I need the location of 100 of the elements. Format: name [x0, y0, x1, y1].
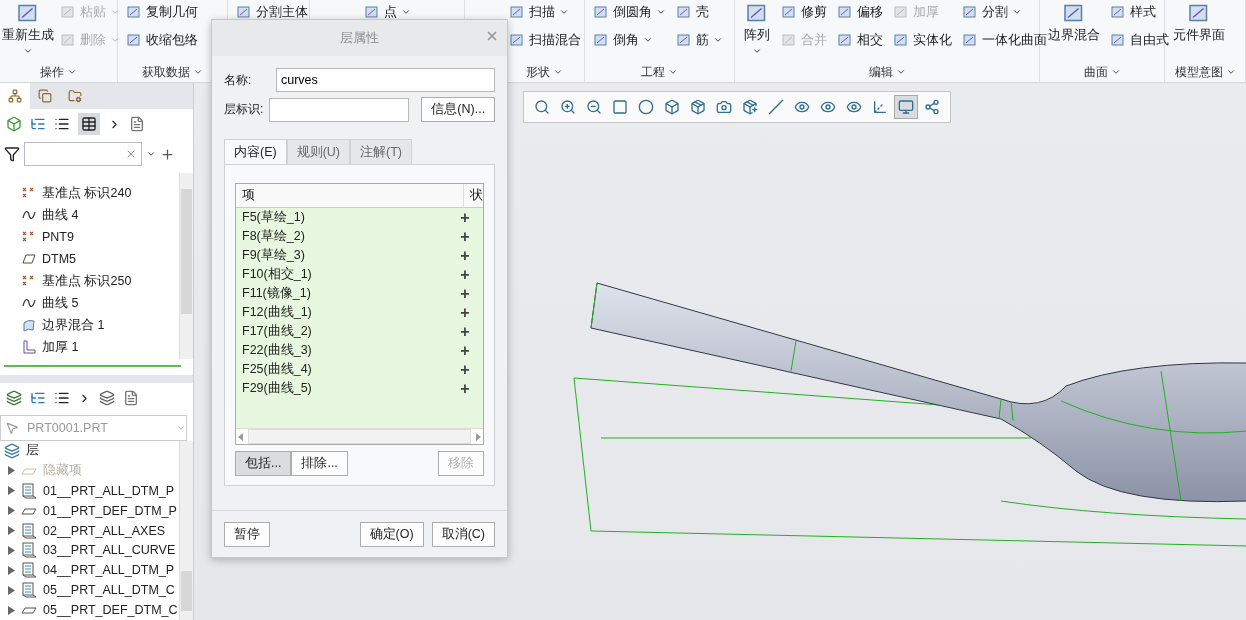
sphere-icon [638, 99, 654, 115]
slash-icon [768, 99, 784, 115]
ribbon-button[interactable]: 点 [361, 1, 413, 23]
table-view-button[interactable] [78, 113, 100, 135]
ribbon-button[interactable]: 复制几何 [124, 1, 200, 23]
tool-icon [893, 32, 909, 48]
panel-tab[interactable] [0, 83, 30, 109]
tree-item[interactable]: 加厚 1 [42, 338, 79, 356]
nodes-icon [924, 99, 940, 115]
points-icon [22, 274, 36, 288]
table-cell-text: F22(曲线_3) [241, 342, 313, 359]
tree-item[interactable]: 04__PRT_ALL_DTM_P [43, 563, 175, 578]
ribbon-button[interactable]: 相交 [835, 29, 885, 51]
layers-icon [4, 442, 20, 459]
tool-icon [593, 32, 609, 48]
ribbon-button[interactable]: 收缩包络 [124, 29, 200, 51]
ribbon-button[interactable]: 一体化曲面 [960, 29, 1049, 51]
status-cell-text: + [459, 341, 471, 360]
expand-icon[interactable] [8, 526, 15, 535]
list-icon[interactable] [54, 116, 70, 132]
scroll-right-icon[interactable] [473, 431, 483, 442]
field-label: 层标识: [224, 101, 264, 118]
ribbon-button[interactable]: 倒角 [591, 29, 668, 51]
tree-item[interactable]: 01__PRT_DEF_DTM_P [43, 503, 177, 518]
group-label[interactable]: 操作 [0, 62, 117, 82]
scrollbar[interactable] [179, 441, 193, 620]
tool-icon [126, 4, 142, 20]
ribbon-button[interactable]: 修剪 [779, 1, 829, 23]
dialog-tab[interactable]: 内容(E) [224, 139, 287, 165]
ribbon-button[interactable]: 倒圆角 [591, 1, 668, 23]
document-icon[interactable] [129, 116, 145, 132]
scrollbar[interactable] [236, 428, 483, 444]
cube-icon [664, 99, 680, 115]
name-field[interactable]: curves [276, 68, 495, 92]
tool-icon [363, 4, 380, 20]
document-icon[interactable] [123, 390, 139, 406]
filter-field[interactable] [24, 142, 142, 166]
dialog-tab[interactable]: 注解(T) [350, 139, 412, 165]
tree-item[interactable]: 02__PRT_ALL_AXES [43, 523, 166, 538]
table-cell-text: F5(草绘_1) [241, 209, 306, 226]
tree-item[interactable]: 曲线 4 [42, 206, 79, 224]
action-button[interactable]: 排除... [291, 451, 348, 476]
dialog-title: 层属性 [340, 29, 379, 47]
ribbon-button[interactable]: 壳 [674, 1, 725, 23]
layers-icon [6, 390, 22, 406]
cancel-button[interactable]: 取消(C) [431, 521, 495, 547]
tree-item[interactable]: DTM5 [42, 252, 77, 266]
add-icon[interactable] [160, 146, 175, 162]
ribbon-button[interactable]: 重新生成 [0, 1, 56, 56]
tree-item[interactable]: 05__PRT_ALL_DTM_C [43, 583, 175, 598]
ribbon-button[interactable]: 自由式 [1108, 29, 1171, 51]
status-cell-text: + [459, 227, 471, 246]
table-cell-text: F9(草绘_3) [241, 247, 306, 264]
ribbon-button[interactable]: 分割 [960, 1, 1049, 23]
tool-icon [593, 4, 609, 20]
pause-button[interactable]: 暂停 [224, 521, 270, 547]
points-icon [22, 230, 36, 244]
ribbon-button[interactable]: 扫描 [507, 1, 583, 23]
ribbon-button[interactable]: 边界混合 [1046, 1, 1102, 44]
tree-item[interactable]: 基准点 标识250 [42, 272, 132, 290]
caret-icon [553, 67, 563, 77]
ribbon-button[interactable]: 实体化 [891, 29, 954, 51]
scrollbar[interactable] [179, 173, 193, 359]
list-icon[interactable] [54, 390, 70, 406]
table-cell-text: F8(草绘_2) [241, 228, 306, 245]
id-field[interactable] [269, 97, 410, 122]
tree-item[interactable]: 03__PRT_ALL_CURVE [43, 543, 176, 558]
tool-icon [781, 32, 797, 48]
tree-item[interactable]: 05__PRT_DEF_DTM_C [43, 603, 178, 618]
layers-icon[interactable] [99, 390, 115, 406]
group-label[interactable]: 工程 [585, 62, 734, 82]
caret-icon [146, 149, 156, 159]
tree-item[interactable]: 01__PRT_ALL_DTM_P [43, 483, 175, 498]
ribbon-button[interactable]: 偏移 [835, 1, 885, 23]
clear-icon[interactable] [125, 148, 137, 160]
ribbon-button[interactable]: 阵列 [741, 1, 773, 56]
tree-item[interactable]: 边界混合 1 [42, 316, 105, 334]
ribbon-button[interactable]: 分割主体 [234, 1, 310, 23]
ribbon-button[interactable]: 扫描混合 [507, 29, 583, 51]
ribbon-button[interactable]: 元件界面 [1171, 1, 1227, 44]
ribbon-button[interactable]: 筋 [674, 29, 725, 51]
tree-item[interactable]: 层 [26, 442, 39, 460]
tree-item[interactable]: 曲线 5 [42, 294, 79, 312]
group-label[interactable]: 曲面 [1040, 62, 1164, 82]
filter-icon[interactable] [4, 146, 20, 162]
tool-icon [676, 4, 692, 20]
tree-item[interactable]: 基准点 标识240 [42, 184, 132, 202]
view-tool-button[interactable] [894, 95, 918, 119]
scroll-left-icon[interactable] [236, 431, 246, 442]
action-button[interactable]: 包括... [235, 451, 292, 476]
ribbon-button[interactable]: 样式 [1108, 1, 1171, 23]
tool-icon [1110, 32, 1126, 48]
ok-button[interactable]: 确定(O) [359, 521, 424, 547]
tree-item[interactable]: PNT9 [42, 230, 74, 244]
tool-icon [509, 32, 525, 48]
dialog-tab[interactable]: 规则(U) [286, 139, 351, 165]
group-label[interactable]: 模型意图 [1165, 62, 1245, 82]
info-button[interactable]: 信息(N)... [421, 97, 496, 122]
group-label[interactable]: 编辑 [735, 62, 1039, 82]
cube-icon [6, 116, 22, 132]
